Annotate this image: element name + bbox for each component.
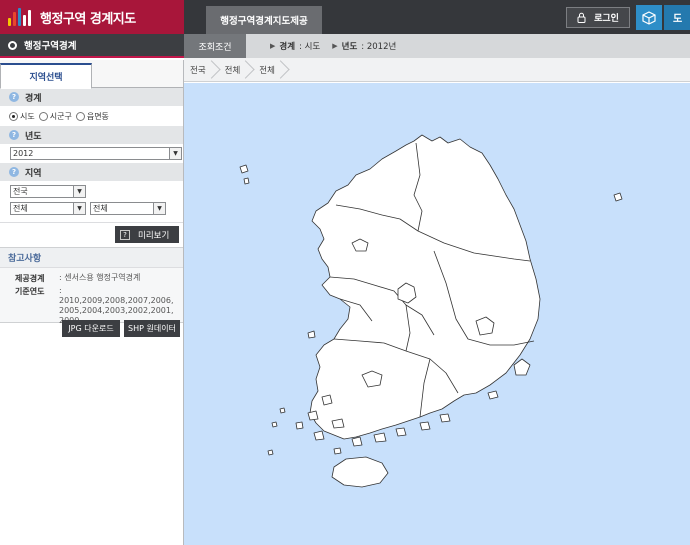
island — [419, 421, 431, 431]
reference-provided-value: : 센서스용 행정구역경계 — [59, 273, 141, 282]
island — [395, 427, 407, 437]
region-section-title: ? 지역 — [0, 163, 183, 181]
question-box-icon: ? — [120, 229, 130, 240]
condition-label: 조회조건 — [184, 34, 246, 58]
panel-tabs: 지역선택 — [0, 60, 183, 89]
tab-region-select[interactable]: 지역선택 — [0, 63, 92, 89]
island — [243, 177, 250, 185]
island — [331, 456, 389, 488]
island — [613, 192, 623, 202]
island — [267, 449, 274, 456]
island — [313, 430, 325, 441]
island — [331, 418, 345, 429]
radio-sido-label: 시도 — [20, 111, 35, 121]
more-button[interactable]: 도 — [664, 5, 690, 30]
login-label: 로그인 — [594, 14, 619, 24]
radio-eupmyeondong-label: 읍면동 — [86, 111, 109, 121]
radio-sigungu-label: 시군구 — [49, 111, 72, 121]
radio-eupmyeondong[interactable] — [75, 111, 85, 121]
condition-boundary-value: : 시도 — [299, 42, 321, 52]
reference-body: 제공경계 : 센서스용 행정구역경계 기준연도 : 2010,2009,2008… — [0, 267, 183, 325]
triangle-right-icon: ▶ — [270, 42, 276, 50]
condition-year-value: : 2012년 — [361, 42, 397, 52]
condition-info: ▶ 경계 : 시도 ▶ 년도 : 2012년 — [264, 34, 396, 58]
korea-boundary-map[interactable] — [184, 83, 690, 545]
island — [239, 164, 249, 174]
breadcrumb: 전국 전체 전체 — [184, 58, 690, 82]
reference-title: 참고사항 — [0, 247, 183, 267]
region-level1-select[interactable]: 전국 ▼ — [10, 185, 86, 198]
breadcrumb-item[interactable]: 전국 — [184, 58, 215, 82]
island — [487, 390, 499, 400]
island — [373, 432, 387, 443]
condition-boundary-key: 경계 — [279, 42, 296, 52]
year-select[interactable]: 2012 ▼ — [10, 147, 182, 160]
question-icon: ? — [9, 130, 19, 140]
sidebar-header-title: 행정구역경계 — [24, 41, 77, 52]
logo-bars-icon — [8, 8, 33, 26]
condition-bar: 조회조건 ▶ 경계 : 시도 ▶ 년도 : 2012년 — [184, 34, 690, 58]
boundary-radio-group: 시도 시군구 읍면동 — [0, 106, 183, 126]
sidebar-header: 행정구역경계 — [0, 34, 184, 58]
chevron-down-icon: ▼ — [153, 203, 165, 214]
question-icon: ? — [9, 167, 19, 177]
breadcrumb-item[interactable]: 전체 — [215, 58, 250, 82]
shp-request-button[interactable]: SHP 원데이터 — [124, 320, 180, 337]
left-panel: 지역선택 ? 경계 시도 시군구 읍면동 ? 년도 2012 ▼ ? 지역 전국… — [0, 60, 184, 545]
region-level3-select[interactable]: 전체 ▼ — [90, 202, 166, 215]
region-level2-select[interactable]: 전체 ▼ — [10, 202, 86, 215]
mainland-shape — [309, 134, 541, 440]
island — [295, 421, 304, 430]
triangle-right-icon: ▶ — [332, 42, 338, 50]
radio-sigungu[interactable] — [38, 111, 48, 121]
condition-year-key: 년도 — [341, 42, 358, 52]
cube-icon — [642, 10, 656, 25]
breadcrumb-item[interactable]: 전체 — [249, 58, 284, 82]
map-view[interactable] — [184, 83, 690, 545]
lock-icon — [577, 12, 586, 23]
ring-icon — [8, 40, 17, 50]
island — [333, 447, 342, 455]
question-icon: ? — [9, 92, 19, 102]
island — [279, 407, 286, 414]
boundary-section-title: ? 경계 — [0, 88, 183, 106]
chevron-down-icon: ▼ — [169, 148, 181, 159]
radio-sido[interactable] — [9, 111, 18, 121]
reference-years-key: 기준연도 — [15, 287, 45, 296]
year-section-title: ? 년도 — [0, 126, 183, 144]
island — [321, 394, 333, 406]
app-title: 행정구역 경계지도 — [40, 11, 136, 27]
brand-logo-area[interactable]: 행정구역 경계지도 — [0, 0, 184, 34]
tool-button[interactable] — [636, 5, 662, 30]
preview-button[interactable]: ? 미리보기 — [115, 226, 179, 243]
chevron-down-icon: ▼ — [73, 203, 85, 214]
island — [439, 413, 451, 423]
metro-area — [513, 358, 531, 376]
island — [271, 421, 278, 428]
island — [351, 436, 363, 447]
island — [307, 410, 319, 421]
island — [307, 330, 316, 339]
top-bar: 행정구역 경계지도 행정구역경계지도제공 로그인 도 — [0, 0, 690, 34]
reference-provided-key: 제공경계 — [15, 274, 45, 283]
login-button[interactable]: 로그인 — [566, 7, 630, 28]
chevron-down-icon: ▼ — [73, 186, 85, 197]
tab-boundary-map[interactable]: 행정구역경계지도제공 — [206, 6, 322, 34]
jpg-download-button[interactable]: JPG 다운로드 — [62, 320, 120, 337]
